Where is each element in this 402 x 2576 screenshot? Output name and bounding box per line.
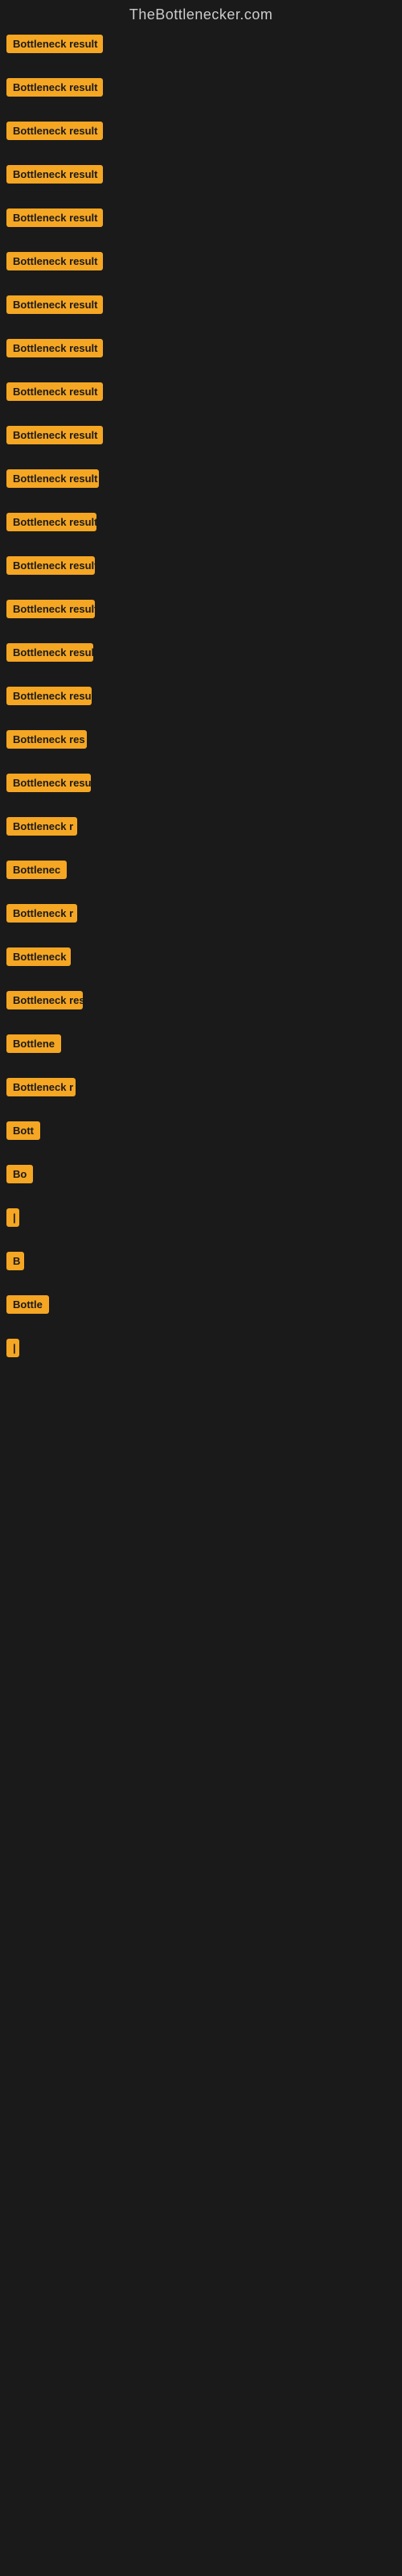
list-item: Bottleneck result <box>0 287 402 331</box>
list-item: Bottleneck result <box>0 592 402 635</box>
bottleneck-badge: Bottleneck result <box>6 165 103 188</box>
list-item: Bottleneck result <box>0 418 402 461</box>
list-item: | <box>0 1200 402 1244</box>
bottleneck-badge: Bottleneck res <box>6 730 87 753</box>
bottleneck-badge: Bottle <box>6 1295 49 1318</box>
bottleneck-badge: Bottleneck result <box>6 469 99 492</box>
list-item: Bottlene <box>0 1026 402 1070</box>
bottleneck-badge: B <box>6 1252 24 1274</box>
list-item: Bottleneck result <box>0 548 402 592</box>
title-text: TheBottlenecker.com <box>129 6 273 23</box>
bottleneck-badge: Bottlenec <box>6 861 67 883</box>
list-item: Bottleneck r <box>0 896 402 939</box>
list-item: Bottleneck result <box>0 679 402 722</box>
list-item: B <box>0 1244 402 1287</box>
list-item: Bott <box>0 1113 402 1157</box>
bottleneck-badge: Bottleneck result <box>6 687 92 709</box>
list-item: Bottleneck result <box>0 157 402 200</box>
list-item: Bottleneck result <box>0 766 402 809</box>
bottleneck-badge: Bottlene <box>6 1034 61 1057</box>
bottleneck-badge: Bottleneck result <box>6 513 96 535</box>
bottleneck-badge: Bott <box>6 1121 40 1144</box>
list-item: Bottleneck result <box>0 27 402 70</box>
bottleneck-badge: Bottleneck result <box>6 35 103 57</box>
list-item: Bottleneck result <box>0 461 402 505</box>
list-item: Bottleneck res <box>0 722 402 766</box>
bottleneck-badge: Bottleneck result <box>6 774 91 796</box>
list-item: Bottleneck result <box>0 114 402 157</box>
list-item: Bottlenec <box>0 852 402 896</box>
list-item: Bo <box>0 1157 402 1200</box>
bottleneck-badge: | <box>6 1339 19 1361</box>
list-item: Bottleneck <box>0 939 402 983</box>
bottleneck-badge: Bottleneck result <box>6 78 103 101</box>
list-item: Bottleneck result <box>0 635 402 679</box>
bottleneck-badge: Bottleneck result <box>6 339 103 361</box>
bottleneck-badge: Bottleneck result <box>6 600 95 622</box>
list-item: Bottleneck result <box>0 70 402 114</box>
bottleneck-badge: Bottleneck result <box>6 426 103 448</box>
bottleneck-badge: Bottleneck result <box>6 556 95 579</box>
bottleneck-badge: Bottleneck result <box>6 295 103 318</box>
bottleneck-badge: Bottleneck result <box>6 382 103 405</box>
list-item: Bottleneck r <box>0 1070 402 1113</box>
list-item: Bottleneck result <box>0 505 402 548</box>
bottleneck-badge: Bottleneck r <box>6 817 77 840</box>
list-item: Bottleneck result <box>0 244 402 287</box>
list-item: Bottleneck r <box>0 809 402 852</box>
list-item: Bottleneck result <box>0 331 402 374</box>
bottleneck-badge: Bottleneck r <box>6 904 77 927</box>
bottleneck-badge: Bo <box>6 1165 33 1187</box>
list-item: Bottleneck result <box>0 374 402 418</box>
list-item: Bottleneck res <box>0 983 402 1026</box>
bottleneck-badge: Bottleneck result <box>6 122 103 144</box>
bottleneck-badge: | <box>6 1208 19 1231</box>
list-item: Bottle <box>0 1287 402 1331</box>
bottleneck-badge: Bottleneck <box>6 947 71 970</box>
site-title: TheBottlenecker.com <box>0 0 402 27</box>
bottleneck-badge: Bottleneck res <box>6 991 83 1013</box>
bottleneck-badge: Bottleneck r <box>6 1078 76 1100</box>
list-item: | <box>0 1331 402 1374</box>
bottleneck-badge: Bottleneck result <box>6 252 103 275</box>
list-item: Bottleneck result <box>0 200 402 244</box>
bottleneck-badge: Bottleneck result <box>6 208 103 231</box>
bottleneck-badge: Bottleneck result <box>6 643 93 666</box>
